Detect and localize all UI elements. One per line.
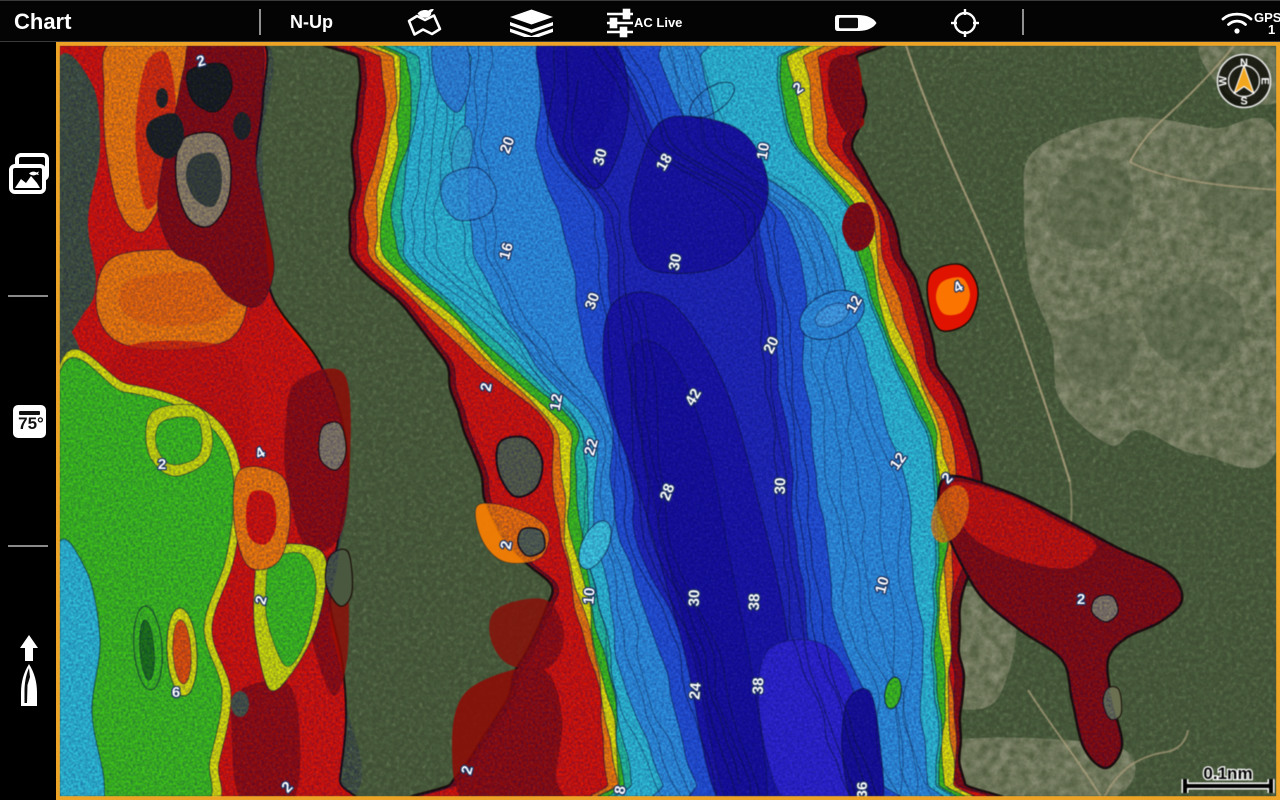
svg-text:2: 2: [1077, 591, 1085, 608]
svg-text:W: W: [1218, 75, 1230, 86]
svg-text:10: 10: [580, 587, 598, 605]
svg-text:10: 10: [754, 141, 774, 160]
svg-text:30: 30: [686, 589, 704, 606]
svg-text:30: 30: [772, 477, 790, 494]
svg-text:38: 38: [750, 677, 768, 694]
svg-text:E: E: [1259, 77, 1271, 84]
svg-text:N: N: [1240, 57, 1248, 69]
svg-text:6: 6: [172, 684, 180, 701]
svg-text:30: 30: [666, 252, 686, 271]
svg-text:S: S: [1240, 96, 1247, 108]
svg-text:36: 36: [854, 782, 871, 796]
svg-text:12: 12: [547, 392, 567, 411]
svg-text:38: 38: [746, 593, 764, 610]
svg-text:2: 2: [158, 456, 166, 473]
svg-text:24: 24: [686, 681, 704, 700]
svg-text:0.1nm: 0.1nm: [1203, 764, 1252, 783]
